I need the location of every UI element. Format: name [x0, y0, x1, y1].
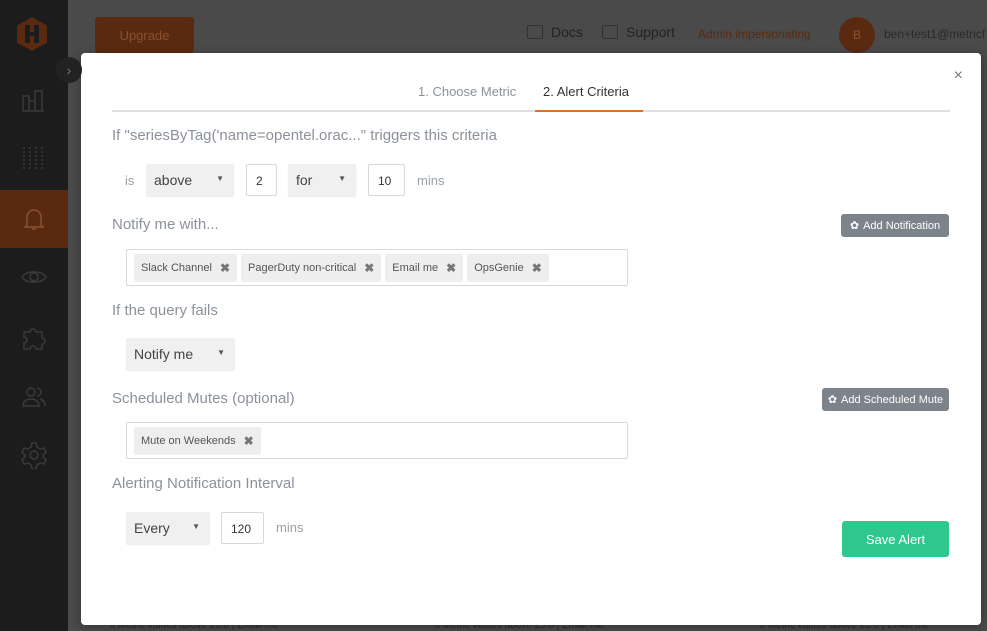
tag-label: OpsGenie	[474, 261, 524, 274]
is-label: is	[125, 173, 135, 188]
add-notification-button[interactable]: ✿ Add Notification	[841, 214, 949, 237]
caret-down-icon: ▼	[338, 174, 346, 183]
sidebar-item-settings[interactable]	[0, 426, 68, 484]
close-button[interactable]: ×	[954, 67, 963, 85]
chevron-right-icon: ›	[66, 62, 72, 78]
support-link[interactable]: Support	[602, 24, 675, 40]
sidebar-item-alerts[interactable]	[0, 190, 68, 248]
logo-icon	[17, 17, 47, 51]
interval-title: Alerting Notification Interval	[112, 475, 295, 492]
sidebar-collapse-button[interactable]: ›	[56, 57, 82, 83]
notification-tag: Slack Channel ✖	[134, 254, 237, 281]
caret-down-icon: ▼	[216, 174, 224, 183]
upgrade-button[interactable]: Upgrade	[95, 17, 194, 53]
remove-tag-icon[interactable]: ✖	[364, 261, 374, 275]
bar-chart-icon	[22, 90, 44, 112]
step-tabs: 1. Choose Metric 2. Alert Criteria	[112, 75, 950, 112]
comparator-select[interactable]: above ▼	[146, 164, 234, 196]
bell-icon	[23, 209, 45, 230]
support-label: Support	[626, 24, 676, 40]
admin-impersonating-text: Admin impersonating	[698, 27, 811, 41]
tag-label: Slack Channel	[141, 261, 212, 274]
remove-tag-icon[interactable]: ✖	[244, 434, 254, 448]
tab-alert-criteria[interactable]: 2. Alert Criteria	[543, 84, 629, 99]
add-notification-label: Add Notification	[863, 219, 941, 232]
sidebar-item-team[interactable]	[0, 368, 68, 426]
sidebar-item-watch[interactable]	[0, 248, 68, 306]
create-alert-modal: × 1. Choose Metric 2. Alert Criteria If …	[81, 53, 981, 625]
puzzle-icon	[23, 328, 46, 350]
active-tab-indicator	[535, 110, 643, 112]
docs-icon	[527, 25, 543, 39]
query-fails-select[interactable]: Notify me ▼	[126, 338, 235, 370]
chat-icon	[602, 25, 618, 39]
user-email[interactable]: ben+test1@metricf	[884, 27, 985, 41]
gear-icon	[21, 442, 47, 469]
mute-tag: Mute on Weekends ✖	[134, 427, 261, 454]
tag-label: PagerDuty non-critical	[248, 261, 357, 274]
duration-mode-value: for	[296, 172, 313, 188]
interval-unit: mins	[276, 520, 304, 535]
notification-tags-input[interactable]: Slack Channel ✖ PagerDuty non-critical ✖ E…	[126, 249, 628, 286]
sidebar	[0, 0, 68, 631]
threshold-input[interactable]: 2	[246, 164, 277, 196]
query-fails-value: Notify me	[134, 346, 194, 362]
duration-mode-select[interactable]: for ▼	[288, 164, 356, 196]
interval-mode-value: Every	[134, 520, 170, 536]
notification-tag: OpsGenie ✖	[467, 254, 549, 281]
sidebar-item-metrics[interactable]	[0, 129, 68, 187]
query-fails-title: If the query fails	[112, 302, 218, 319]
criteria-title: If "seriesByTag('name=opentel.orac..." t…	[112, 127, 497, 144]
save-alert-button[interactable]: Save Alert	[842, 521, 949, 557]
add-scheduled-mute-label: Add Scheduled Mute	[841, 393, 944, 406]
duration-input[interactable]: 10	[368, 164, 405, 196]
caret-down-icon: ▼	[217, 348, 225, 357]
close-icon: ×	[953, 67, 963, 84]
docs-link[interactable]: Docs	[527, 24, 583, 40]
docs-label: Docs	[551, 24, 583, 40]
notification-tag: Email me ✖	[385, 254, 464, 281]
add-scheduled-mute-button[interactable]: ✿ Add Scheduled Mute	[822, 388, 949, 411]
sidebar-item-dashboards[interactable]	[0, 71, 68, 129]
metrics-icon	[23, 147, 43, 169]
gear-icon: ✿	[827, 394, 838, 406]
mute-tags-input[interactable]: Mute on Weekends ✖	[126, 422, 628, 459]
remove-tag-icon[interactable]: ✖	[220, 261, 230, 275]
duration-unit: mins	[417, 173, 445, 188]
tab-choose-metric[interactable]: 1. Choose Metric	[418, 84, 516, 99]
tag-label: Email me	[392, 261, 439, 274]
caret-down-icon: ▼	[192, 522, 200, 531]
users-icon	[22, 387, 46, 407]
interval-input[interactable]: 120	[221, 512, 264, 544]
avatar[interactable]: B	[839, 17, 875, 53]
notify-title: Notify me with...	[112, 216, 219, 233]
scheduled-mutes-title: Scheduled Mutes (optional)	[112, 390, 295, 407]
sidebar-item-integrations[interactable]	[0, 309, 68, 367]
gear-icon: ✿	[849, 220, 860, 232]
interval-mode-select[interactable]: Every ▼	[126, 512, 210, 544]
tag-label: Mute on Weekends	[141, 434, 236, 447]
notification-tag: PagerDuty non-critical ✖	[241, 254, 382, 281]
remove-tag-icon[interactable]: ✖	[446, 261, 456, 275]
remove-tag-icon[interactable]: ✖	[532, 261, 542, 275]
eye-icon	[21, 271, 47, 283]
comparator-value: above	[154, 172, 193, 188]
